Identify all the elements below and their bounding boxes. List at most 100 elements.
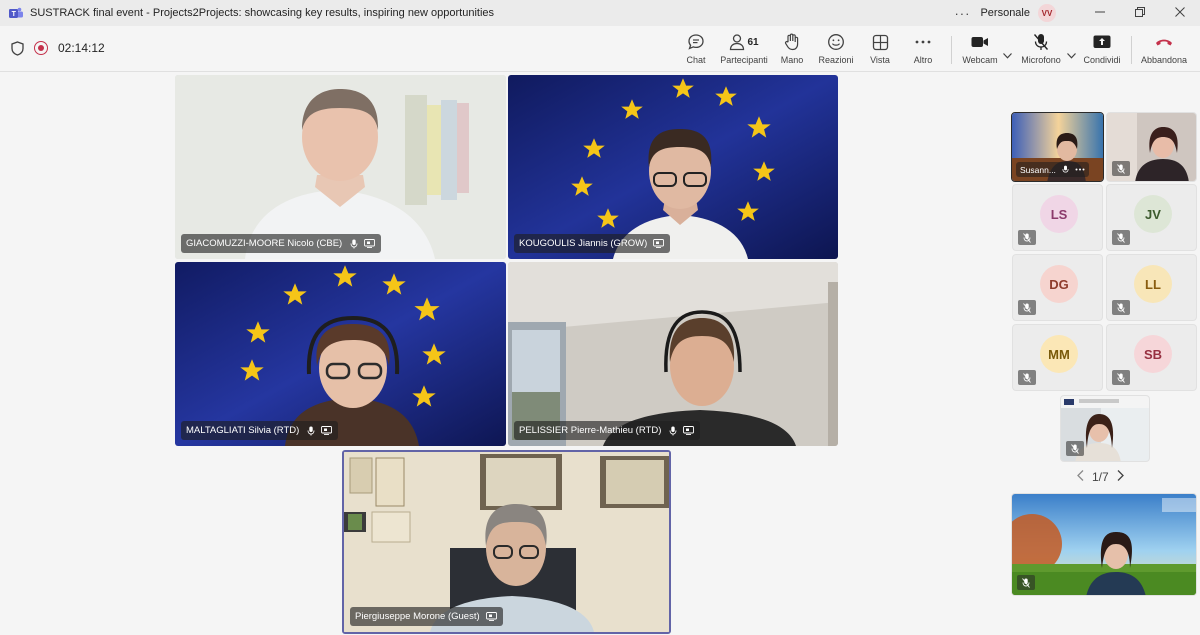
hand-label: Mano: [780, 55, 804, 65]
video-tile[interactable]: PELISSIER Pierre-Mathieu (RTD): [508, 262, 838, 446]
gallery-avatar-tile[interactable]: DG: [1012, 254, 1103, 321]
title-bar: T SUSTRACK final event - Projects2Projec…: [0, 0, 1200, 26]
video-feed: [175, 262, 506, 446]
gallery-avatar-tile[interactable]: MM: [1012, 324, 1103, 391]
participants-label: Partecipanti: [720, 55, 768, 65]
gallery-avatar-tile[interactable]: LS: [1012, 184, 1103, 251]
participant-name: GIACOMUZZI-MOORE Nicolo (CBE): [186, 238, 343, 249]
participant-initials-avatar: LL: [1134, 265, 1172, 303]
video-feed: [175, 75, 506, 259]
participant-initials-avatar: LS: [1040, 195, 1078, 233]
mic-icon: [1062, 165, 1069, 174]
participant-name-tag: PELISSIER Pierre-Mathieu (RTD): [514, 421, 701, 440]
mic-icon: [307, 426, 315, 436]
microphone-label: Microfono: [1021, 55, 1061, 65]
leave-label: Abbandona: [1140, 55, 1188, 65]
screen-share-icon: [683, 426, 695, 435]
microphone-button[interactable]: Microfono: [1013, 32, 1069, 65]
share-button[interactable]: Condividi: [1074, 32, 1130, 65]
screen-share-icon: [321, 426, 333, 435]
participant-initials-avatar: JV: [1134, 195, 1172, 233]
meeting-toolbar: 02:14:12 Chat 61 Partecipanti Mano Reazi…: [0, 26, 1200, 72]
svg-text:T: T: [12, 11, 17, 18]
mic-icon: [669, 426, 677, 436]
window-title: SUSTRACK final event - Projects2Projects…: [30, 7, 495, 19]
video-tile[interactable]: GIACOMUZZI-MOORE Nicolo (CBE): [175, 75, 506, 259]
camera-label: Webcam: [962, 55, 998, 65]
participant-name: PELISSIER Pierre-Mathieu (RTD): [519, 425, 662, 436]
participants-count: 61: [747, 36, 759, 48]
profile-label[interactable]: Personale: [980, 7, 1030, 19]
video-feed: [508, 75, 838, 259]
gallery-video-tile[interactable]: [1106, 112, 1197, 182]
gallery-pager: 1/7: [1077, 470, 1124, 484]
smiley-icon: [827, 32, 845, 52]
self-view-tile[interactable]: Susann...: [1011, 112, 1104, 182]
video-feed: [508, 262, 838, 446]
close-icon[interactable]: [1160, 6, 1200, 20]
page-indicator: 1/7: [1092, 470, 1109, 484]
participant-initials-avatar: DG: [1040, 265, 1078, 303]
mic-off-icon: [1018, 230, 1036, 245]
share-screen-icon: [1093, 32, 1111, 52]
more-label: Altro: [913, 55, 933, 65]
participant-name-tag: KOUGOULIS Jiannis (GROW): [514, 234, 671, 253]
self-name-tag: Susann...: [1016, 162, 1089, 177]
ellipsis-icon: [915, 32, 931, 52]
participant-name: KOUGOULIS Jiannis (GROW): [519, 238, 648, 249]
share-label: Condividi: [1083, 55, 1121, 65]
mic-off-icon: [1112, 300, 1130, 315]
teams-logo-icon: T: [9, 7, 23, 19]
chevron-left-icon[interactable]: [1077, 470, 1084, 484]
mic-off-icon: [1033, 32, 1049, 52]
active-speaker-tile[interactable]: Piergiuseppe Morone (Guest): [342, 450, 671, 634]
view-label: Vista: [870, 55, 890, 65]
toolbar-divider: [1131, 36, 1132, 64]
avatar[interactable]: VV: [1038, 4, 1056, 22]
hang-up-icon: [1155, 32, 1173, 52]
chevron-right-icon[interactable]: [1117, 470, 1124, 484]
people-icon: [729, 33, 746, 51]
recording-icon: [34, 41, 48, 55]
shield-icon[interactable]: [11, 41, 24, 61]
gallery-video-tile[interactable]: [1060, 395, 1150, 462]
participant-name-tag: Piergiuseppe Morone (Guest): [350, 607, 503, 626]
gallery-avatar-tile[interactable]: LL: [1106, 254, 1197, 321]
more-options-icon[interactable]: [1075, 168, 1085, 171]
mic-off-icon: [1018, 300, 1036, 315]
camera-options-chevron-down-icon[interactable]: [1003, 46, 1012, 64]
gallery-video-tile[interactable]: [1011, 493, 1197, 596]
participant-name-tag: MALTAGLIATI Silvia (RTD): [181, 421, 339, 440]
participant-name-tag: GIACOMUZZI-MOORE Nicolo (CBE): [181, 234, 382, 253]
video-feed: [344, 452, 669, 632]
camera-button[interactable]: Webcam: [952, 32, 1008, 65]
leave-button[interactable]: Abbandona: [1136, 32, 1192, 65]
mic-off-icon: [1017, 575, 1035, 590]
screen-share-icon: [364, 239, 376, 248]
chat-label: Chat: [686, 55, 706, 65]
mic-off-icon: [1112, 370, 1130, 385]
gallery-avatar-tile[interactable]: JV: [1106, 184, 1197, 251]
more-options-icon[interactable]: ···: [954, 6, 970, 21]
self-name: Susann...: [1020, 164, 1056, 175]
participant-name: MALTAGLIATI Silvia (RTD): [186, 425, 300, 436]
more-button[interactable]: Altro: [895, 32, 951, 65]
restore-icon[interactable]: [1120, 6, 1160, 20]
video-feed: [1012, 494, 1196, 595]
mic-off-icon: [1112, 161, 1130, 176]
meeting-timer: 02:14:12: [58, 41, 105, 55]
hand-icon: [784, 32, 800, 52]
screen-share-icon: [653, 239, 665, 248]
chat-icon: [687, 32, 705, 52]
reactions-label: Reazioni: [818, 55, 854, 65]
screen-share-icon: [485, 612, 497, 621]
camera-icon: [971, 32, 989, 52]
minimize-icon[interactable]: [1080, 6, 1120, 20]
participant-name: Piergiuseppe Morone (Guest): [355, 611, 480, 622]
mic-off-icon: [1066, 441, 1084, 456]
mic-off-icon: [1018, 370, 1036, 385]
video-tile[interactable]: MALTAGLIATI Silvia (RTD): [175, 262, 506, 446]
video-tile[interactable]: KOUGOULIS Jiannis (GROW): [508, 75, 838, 259]
gallery-avatar-tile[interactable]: SB: [1106, 324, 1197, 391]
grid-view-icon: [872, 32, 889, 52]
